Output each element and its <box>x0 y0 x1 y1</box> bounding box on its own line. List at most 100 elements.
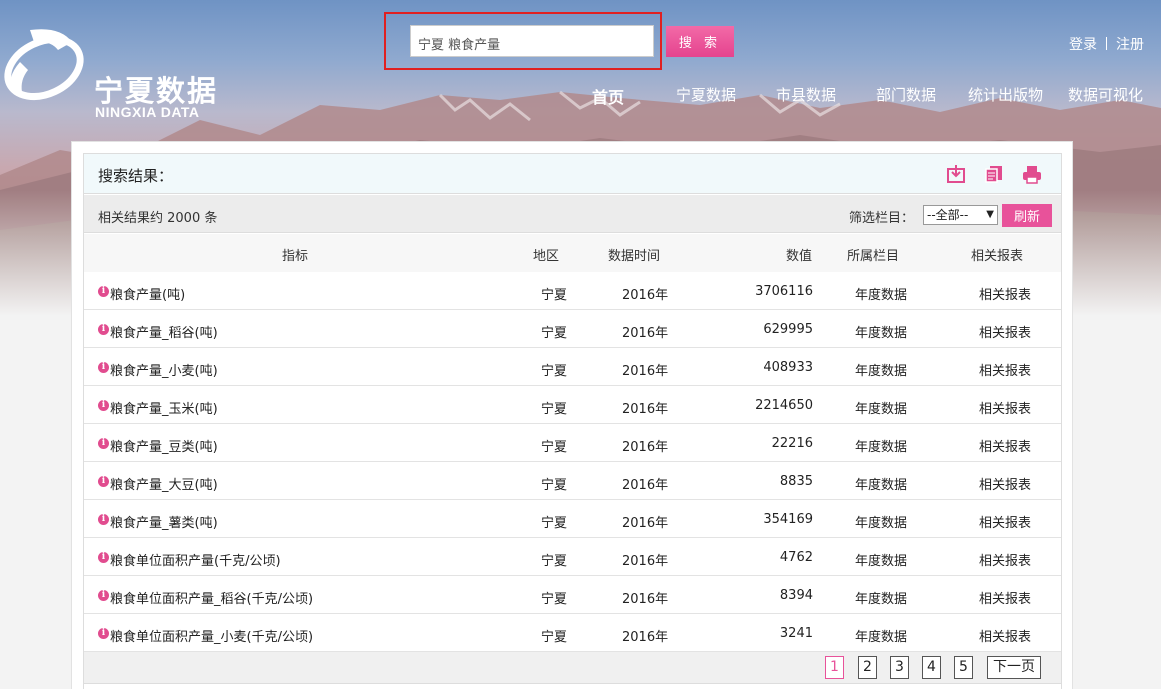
cell-region: 宁夏 <box>541 288 568 303</box>
search-input-value: 宁夏 粮食产量 <box>418 38 501 53</box>
table-row: i 粮食产量_小麦(吨) 宁夏 2016年 408933 年度数据 相关报表 <box>84 348 1061 386</box>
related-reports-link[interactable]: 相关报表 <box>979 284 1031 303</box>
info-icon[interactable]: i <box>98 590 109 601</box>
related-reports-link[interactable]: 相关报表 <box>979 474 1031 493</box>
nav-item-home[interactable]: 首页 <box>592 84 624 108</box>
logo-english-name: NINGXIA DATA <box>95 104 200 120</box>
info-icon[interactable]: i <box>98 324 109 335</box>
cell-region: 宁夏 <box>541 630 568 645</box>
cell-category: 年度数据 <box>855 440 908 455</box>
column-header-category: 所属栏目 <box>847 249 900 264</box>
cell-indicator[interactable]: 粮食产量_玉米(吨) <box>110 398 218 417</box>
related-reports-link[interactable]: 相关报表 <box>979 360 1031 379</box>
cell-region: 宁夏 <box>541 592 568 607</box>
table-row: i 粮食产量(吨) 宁夏 2016年 3706116 年度数据 相关报表 <box>84 272 1061 310</box>
cell-indicator[interactable]: 粮食产量_薯类(吨) <box>110 512 218 531</box>
refresh-button[interactable]: 刷新 <box>1002 204 1052 227</box>
cell-category: 年度数据 <box>855 630 908 645</box>
related-reports-link[interactable]: 相关报表 <box>979 626 1031 645</box>
cell-category: 年度数据 <box>855 326 908 341</box>
cell-indicator[interactable]: 粮食单位面积产量(千克/公顷) <box>110 550 281 569</box>
info-icon[interactable]: i <box>98 514 109 525</box>
cell-time: 2016年 <box>622 440 669 455</box>
cell-region: 宁夏 <box>541 478 568 493</box>
register-link[interactable]: 注册 <box>1116 37 1144 53</box>
table-row: i 粮食单位面积产量_稻谷(千克/公顷) 宁夏 2016年 8394 年度数据 相关报表 <box>84 576 1061 614</box>
cell-value: 22216 <box>771 436 813 451</box>
table-row: i 粮食产量_大豆(吨) 宁夏 2016年 8835 年度数据 相关报表 <box>84 462 1061 500</box>
cell-indicator[interactable]: 粮食单位面积产量_稻谷(千克/公顷) <box>110 588 313 607</box>
cell-time: 2016年 <box>622 326 669 341</box>
related-reports-link[interactable]: 相关报表 <box>979 550 1031 569</box>
info-icon[interactable]: i <box>98 438 109 449</box>
cell-indicator[interactable]: 粮食产量(吨) <box>110 284 185 303</box>
print-icon[interactable] <box>1022 164 1042 184</box>
related-reports-link[interactable]: 相关报表 <box>979 398 1031 417</box>
column-header-value: 数值 <box>786 249 813 264</box>
cell-category: 年度数据 <box>855 402 908 417</box>
results-title: 搜索结果： <box>98 167 174 185</box>
nav-item-ningxia-data[interactable]: 宁夏数据 <box>676 84 736 105</box>
cell-indicator[interactable]: 粮食产量_小麦(吨) <box>110 360 218 379</box>
column-header-reports: 相关报表 <box>971 249 1024 264</box>
search-button[interactable]: 搜 索 <box>666 26 734 57</box>
info-icon[interactable]: i <box>98 628 109 639</box>
cell-value: 354169 <box>763 512 813 527</box>
cell-category: 年度数据 <box>855 592 908 607</box>
cell-value: 8835 <box>779 474 813 489</box>
results-panel: 搜索结果： 相关结果约 2000 条 筛选栏目： --全部-- ▼ 刷新 指标 … <box>71 141 1073 689</box>
cell-region: 宁夏 <box>541 516 568 531</box>
results-container: 搜索结果： 相关结果约 2000 条 筛选栏目： --全部-- ▼ 刷新 指标 … <box>83 153 1062 689</box>
nav-item-city-county-data[interactable]: 市县数据 <box>776 84 836 105</box>
search-input[interactable]: 宁夏 粮食产量 <box>410 25 654 57</box>
page-4-button[interactable]: 4 <box>922 656 941 679</box>
table-row: i 粮食产量_稻谷(吨) 宁夏 2016年 629995 年度数据 相关报表 <box>84 310 1061 348</box>
cell-time: 2016年 <box>622 364 669 379</box>
download-icon[interactable] <box>946 164 966 184</box>
info-icon[interactable]: i <box>98 400 109 411</box>
user-links: 登录 注册 <box>1069 34 1144 54</box>
page-1-button[interactable]: 1 <box>825 656 844 679</box>
copy-icon[interactable] <box>984 164 1004 184</box>
page-3-button[interactable]: 3 <box>890 656 909 679</box>
cell-category: 年度数据 <box>855 516 908 531</box>
related-reports-link[interactable]: 相关报表 <box>979 512 1031 531</box>
chevron-down-icon: ▼ <box>986 209 994 220</box>
cell-region: 宁夏 <box>541 554 568 569</box>
info-icon[interactable]: i <box>98 552 109 563</box>
nav-item-publications[interactable]: 统计出版物 <box>968 84 1043 105</box>
cell-region: 宁夏 <box>541 364 568 379</box>
filter-label: 筛选栏目： <box>849 211 915 226</box>
cell-category: 年度数据 <box>855 554 908 569</box>
cell-value: 2214650 <box>755 398 813 413</box>
cell-time: 2016年 <box>622 516 669 531</box>
main-nav: 首页 宁夏数据 市县数据 部门数据 统计出版物 数据可视化 <box>0 84 1161 107</box>
column-header-region: 地区 <box>533 249 560 264</box>
info-icon[interactable]: i <box>98 362 109 373</box>
cell-time: 2016年 <box>622 592 669 607</box>
next-page-button[interactable]: 下一页 <box>987 656 1041 679</box>
cell-time: 2016年 <box>622 288 669 303</box>
related-reports-link[interactable]: 相关报表 <box>979 436 1031 455</box>
cell-region: 宁夏 <box>541 440 568 455</box>
login-link[interactable]: 登录 <box>1069 37 1097 53</box>
info-icon[interactable]: i <box>98 476 109 487</box>
filter-select[interactable]: --全部-- ▼ <box>923 205 998 225</box>
cell-indicator[interactable]: 粮食产量_豆类(吨) <box>110 436 218 455</box>
cell-value: 629995 <box>763 322 813 337</box>
cell-region: 宁夏 <box>541 402 568 417</box>
cell-indicator[interactable]: 粮食单位面积产量_小麦(千克/公顷) <box>110 626 313 645</box>
info-icon[interactable]: i <box>98 286 109 297</box>
cell-indicator[interactable]: 粮食产量_大豆(吨) <box>110 474 218 493</box>
related-reports-link[interactable]: 相关报表 <box>979 588 1031 607</box>
column-header-time: 数据时间 <box>608 249 661 264</box>
cell-region: 宁夏 <box>541 326 568 341</box>
page-5-button[interactable]: 5 <box>954 656 973 679</box>
related-reports-link[interactable]: 相关报表 <box>979 322 1031 341</box>
table-row: i 粮食产量_薯类(吨) 宁夏 2016年 354169 年度数据 相关报表 <box>84 500 1061 538</box>
cell-indicator[interactable]: 粮食产量_稻谷(吨) <box>110 322 218 341</box>
cell-value: 4762 <box>779 550 813 565</box>
nav-item-department-data[interactable]: 部门数据 <box>876 84 936 105</box>
nav-item-visualization[interactable]: 数据可视化 <box>1068 84 1143 105</box>
page-2-button[interactable]: 2 <box>858 656 877 679</box>
